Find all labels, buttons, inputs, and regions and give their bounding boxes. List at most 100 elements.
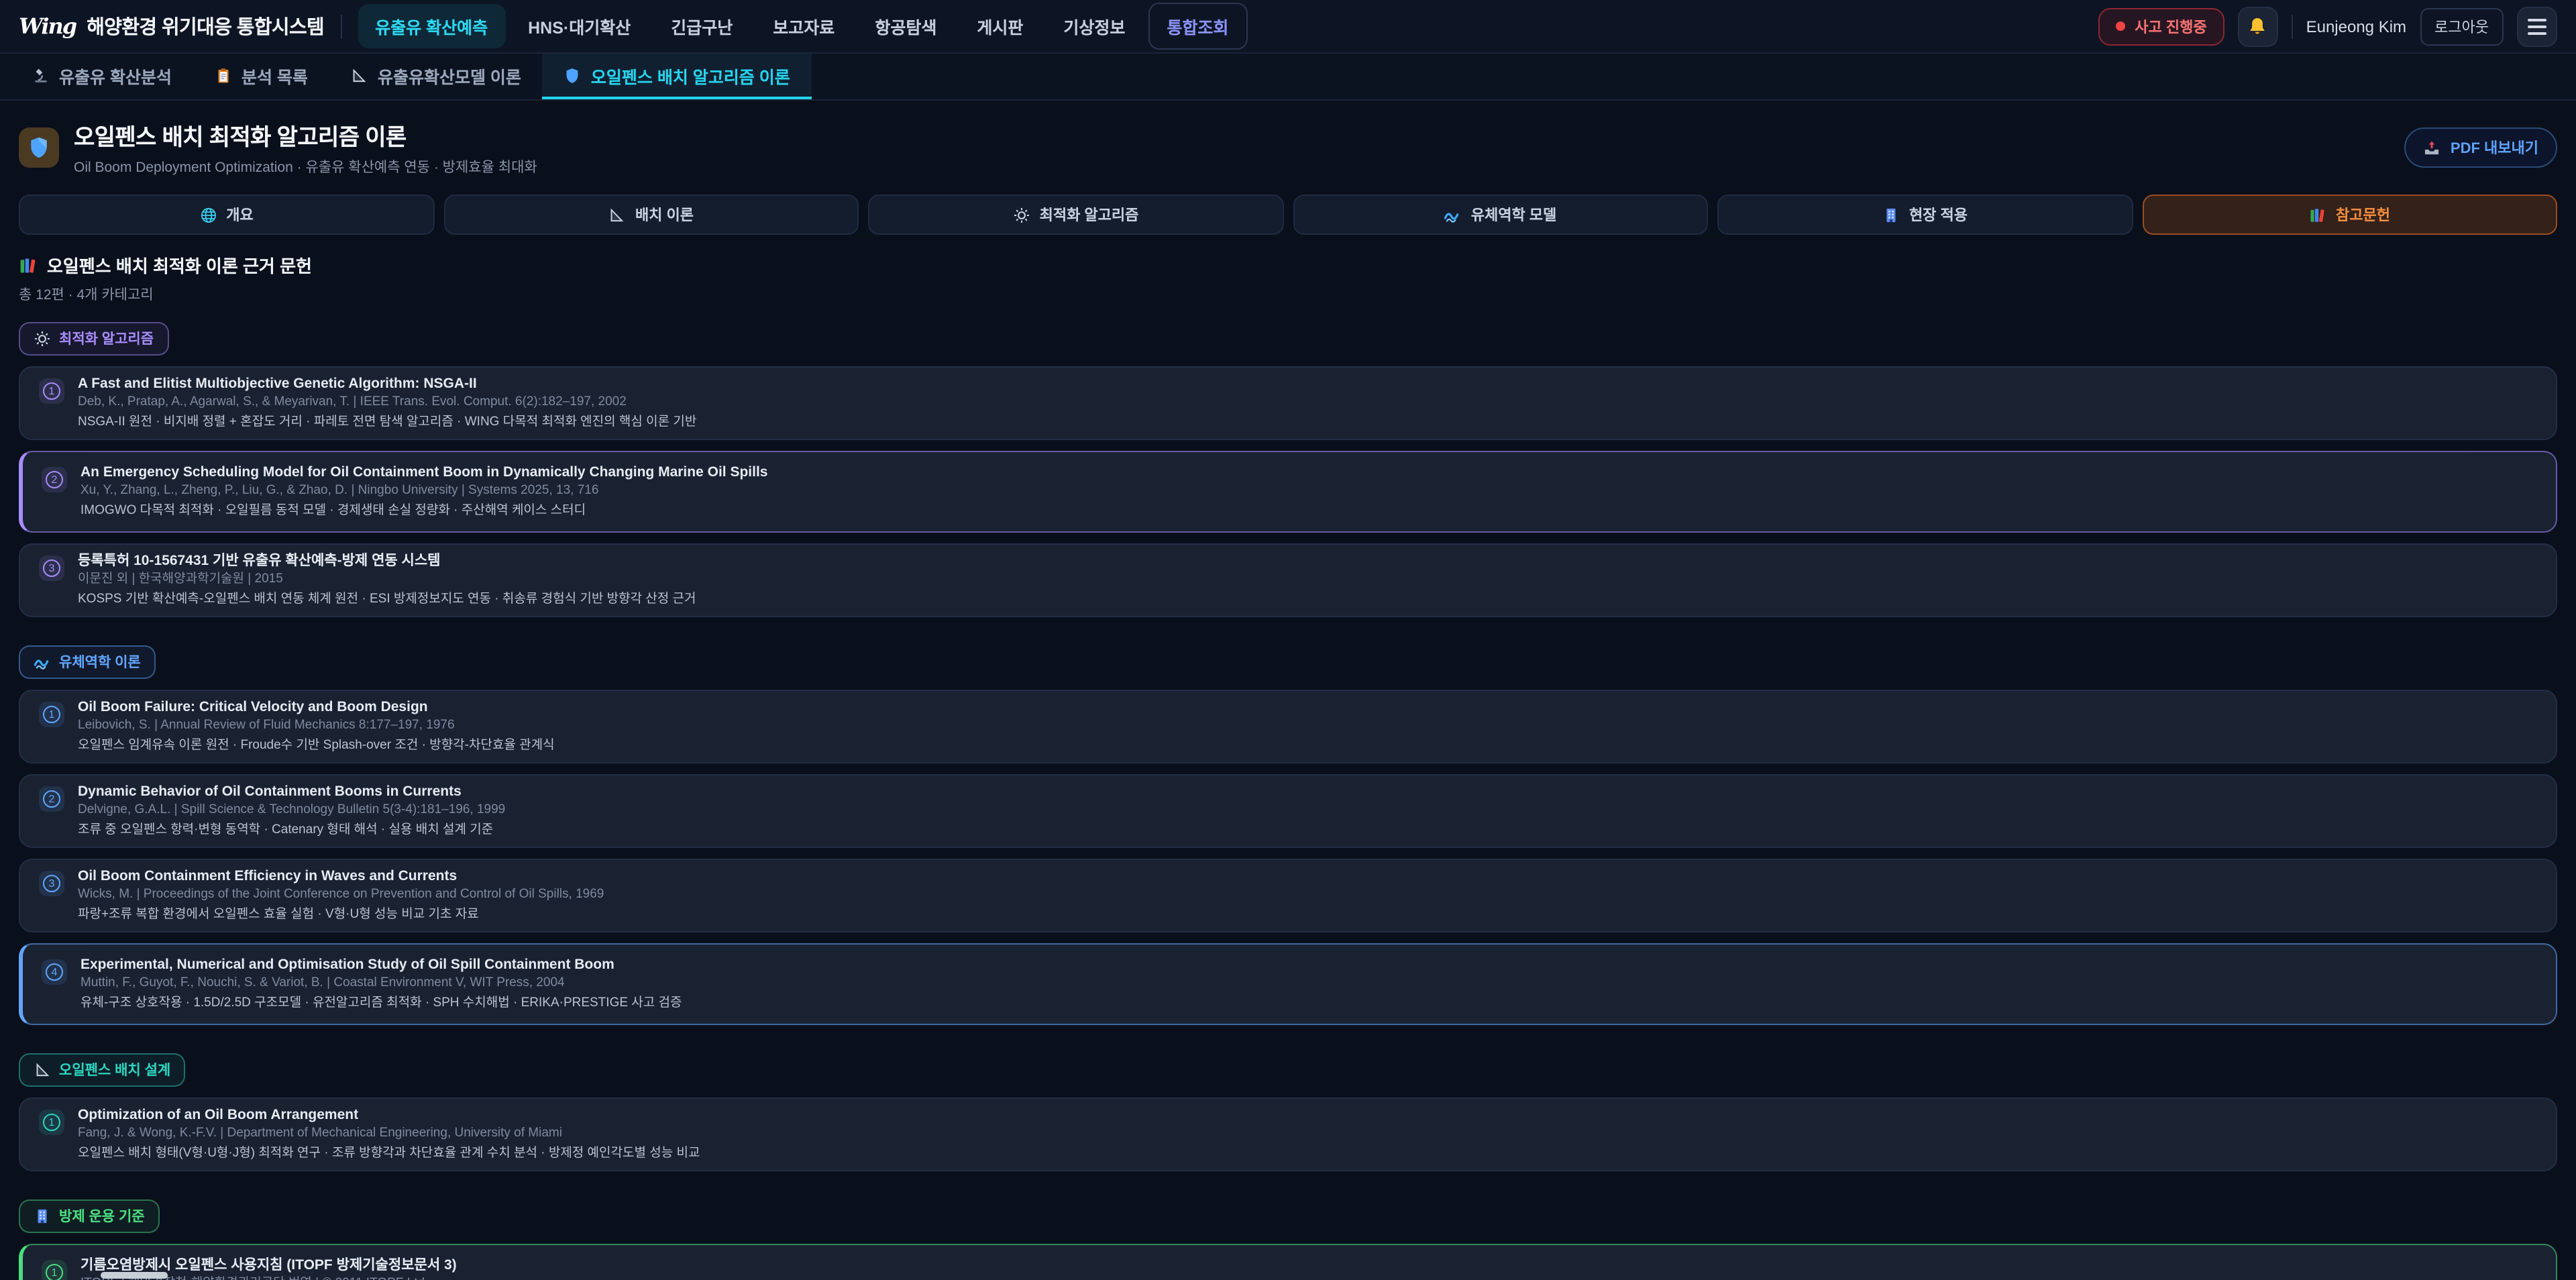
- logout-button[interactable]: 로그아웃: [2420, 7, 2504, 45]
- status-label: 사고 진행중: [2135, 15, 2206, 37]
- reference-categories: 최적화 알고리즘 1 A Fast and Elitist Multiobjec…: [19, 305, 2557, 1280]
- main-nav: 유출유 확산예측HNS·대기확산긴급구난보고자료항공탐색게시판기상정보통합조회: [358, 3, 1247, 50]
- reference-number-badge: 3: [39, 871, 64, 896]
- reference-title: Oil Boom Containment Efficiency in Waves…: [78, 868, 604, 884]
- page-title: 오일펜스 배치 최적화 알고리즘 이론: [74, 118, 537, 152]
- references-heading: 오일펜스 배치 최적화 이론 근거 문헌: [47, 252, 312, 278]
- reference-card[interactable]: 3 등록특허 10-1567431 기반 유출유 확산예측-방제 연동 시스템 …: [19, 543, 2557, 617]
- reference-meta: Muttin, F., Guyot, F., Nouchi, S. & Vari…: [80, 975, 682, 992]
- reference-desc: 파랑+조류 복합 환경에서 오일펜스 효율 실험 · V형·U형 성능 비교 기…: [78, 907, 604, 923]
- section-nav: 개요 배치 이론 최적화 알고리즘 유체역학 모델 현장 적용 참고문헌: [19, 195, 2557, 235]
- reference-meta: Delvigne, G.A.L. | Spill Science & Techn…: [78, 802, 505, 818]
- reference-number-badge: 3: [39, 555, 64, 581]
- page-header: 오일펜스 배치 최적화 알고리즘 이론 Oil Boom Deployment …: [0, 101, 2576, 192]
- books-icon: [19, 256, 38, 274]
- reference-number-badge: 1: [42, 1260, 67, 1280]
- section-nav-4[interactable]: 현장 적용: [1717, 195, 2133, 235]
- gear-icon: [34, 330, 51, 348]
- section-nav-1[interactable]: 배치 이론: [443, 195, 859, 235]
- reference-desc: KOSPS 기반 확산예측-오일펜스 배치 연동 체계 원전 · ESI 방제정…: [78, 592, 696, 608]
- reference-card[interactable]: 2 An Emergency Scheduling Model for Oil …: [19, 451, 2557, 533]
- reference-meta: Wicks, M. | Proceedings of the Joint Con…: [78, 887, 604, 903]
- reference-category: 방제 운용 기준 1 기름오염방제시 오일펜스 사용지침 (ITOPF 방제기술…: [19, 1182, 2557, 1280]
- topbar-right: 사고 진행중 Eunjeong Kim 로그아웃: [2098, 6, 2557, 46]
- building-icon: [1882, 206, 1900, 223]
- export-tray-icon: [2424, 139, 2441, 156]
- category-badge: 방제 운용 기준: [19, 1199, 160, 1233]
- wave-icon: [34, 653, 51, 671]
- reference-number-badge: 1: [39, 702, 64, 727]
- reference-desc: 오일펜스 임계유속 이론 원전 · Froude수 기반 Splash-over…: [78, 738, 555, 754]
- section-nav-5[interactable]: 참고문헌: [2142, 195, 2557, 235]
- reference-title: 기름오염방제시 오일펜스 사용지침 (ITOPF 방제기술정보문서 3): [80, 1257, 654, 1273]
- reference-card[interactable]: 4 Experimental, Numerical and Optimisati…: [19, 943, 2557, 1025]
- topnav-item-2[interactable]: 긴급구난: [653, 4, 750, 48]
- horizontal-scrollbar-thumb[interactable]: [101, 1272, 168, 1279]
- triangle-ruler-icon: [351, 66, 368, 84]
- section-nav-2[interactable]: 최적화 알고리즘: [868, 195, 1283, 235]
- topnav-item-3[interactable]: 보고자료: [755, 4, 852, 48]
- menu-button[interactable]: [2517, 6, 2557, 46]
- app-logo[interactable]: Wing 해양환경 위기대응 통합시스템: [19, 12, 324, 40]
- reference-number-badge: 1: [39, 378, 64, 404]
- reference-card[interactable]: 1 A Fast and Elitist Multiobjective Gene…: [19, 366, 2557, 440]
- reference-card-list: 1 기름오염방제시 오일펜스 사용지침 (ITOPF 방제기술정보문서 3) I…: [19, 1244, 2557, 1280]
- reference-card[interactable]: 1 Optimization of an Oil Boom Arrangemen…: [19, 1098, 2557, 1171]
- section-nav-3[interactable]: 유체역학 모델: [1293, 195, 1708, 235]
- topnav-item-7[interactable]: 통합조회: [1148, 3, 1247, 50]
- sub-tabbar: 유출유 확산분석 분석 목록 유출유확산모델 이론 오일펜스 배치 알고리즘 이…: [0, 54, 2576, 101]
- shield-icon: [564, 66, 582, 84]
- app-title: 해양환경 위기대응 통합시스템: [87, 12, 324, 40]
- topnav-item-6[interactable]: 기상정보: [1046, 4, 1142, 48]
- page-subtitle: Oil Boom Deployment Optimization · 유출유 확…: [74, 157, 537, 177]
- reference-card[interactable]: 1 Oil Boom Failure: Critical Velocity an…: [19, 690, 2557, 763]
- reference-title: Experimental, Numerical and Optimisation…: [80, 957, 682, 973]
- category-badge: 최적화 알고리즘: [19, 322, 168, 356]
- reference-card[interactable]: 2 Dynamic Behavior of Oil Containment Bo…: [19, 774, 2557, 848]
- pdf-export-button[interactable]: PDF 내보내기: [2405, 127, 2557, 168]
- reference-number-badge: 2: [42, 467, 67, 492]
- tab-1[interactable]: 분석 목록: [193, 54, 329, 99]
- topnav-item-4[interactable]: 항공탐색: [857, 4, 954, 48]
- divider: [340, 14, 341, 38]
- wing-logo-mark: Wing: [19, 13, 76, 39]
- status-dot-icon: [2116, 21, 2125, 31]
- topnav-item-5[interactable]: 게시판: [959, 4, 1040, 48]
- pdf-export-label: PDF 내보내기: [2451, 137, 2538, 158]
- reference-title: Optimization of an Oil Boom Arrangement: [78, 1107, 700, 1123]
- reference-card[interactable]: 3 Oil Boom Containment Efficiency in Wav…: [19, 859, 2557, 932]
- user-name: Eunjeong Kim: [2306, 17, 2406, 36]
- triangle-ruler-icon: [34, 1061, 51, 1079]
- reference-number-badge: 2: [39, 786, 64, 812]
- app: Wing 해양환경 위기대응 통합시스템 유출유 확산예측HNS·대기확산긴급구…: [0, 0, 2576, 1280]
- reference-category: 최적화 알고리즘 1 A Fast and Elitist Multiobjec…: [19, 305, 2557, 617]
- section-nav-0[interactable]: 개요: [19, 195, 434, 235]
- tab-2[interactable]: 유출유확산모델 이론: [329, 54, 543, 99]
- reference-card[interactable]: 1 기름오염방제시 오일펜스 사용지침 (ITOPF 방제기술정보문서 3) I…: [19, 1244, 2557, 1280]
- reference-category: 오일펜스 배치 설계 1 Optimization of an Oil Boom…: [19, 1036, 2557, 1171]
- reference-title: Oil Boom Failure: Critical Velocity and …: [78, 699, 555, 715]
- reference-meta: Xu, Y., Zhang, L., Zheng, P., Liu, G., &…: [80, 483, 767, 499]
- reference-title: 등록특허 10-1567431 기반 유출유 확산예측-방제 연동 시스템: [78, 553, 696, 569]
- reference-meta: 이문진 외 | 한국해양과학기술원 | 2015: [78, 572, 696, 588]
- reference-category: 유체역학 이론 1 Oil Boom Failure: Critical Vel…: [19, 628, 2557, 1025]
- bell-icon: [2248, 16, 2268, 36]
- gear-icon: [1013, 206, 1030, 223]
- topnav-item-1[interactable]: HNS·대기확산: [511, 4, 648, 48]
- references-heading-row: 오일펜스 배치 최적화 이론 근거 문헌: [19, 252, 2557, 278]
- notifications-button[interactable]: [2238, 6, 2278, 46]
- hamburger-icon: [2528, 18, 2546, 34]
- topnav-item-0[interactable]: 유출유 확산예측: [358, 4, 505, 48]
- category-badge: 오일펜스 배치 설계: [19, 1053, 185, 1087]
- reference-title: Dynamic Behavior of Oil Containment Boom…: [78, 784, 505, 800]
- tab-0[interactable]: 유출유 확산분석: [11, 54, 193, 99]
- reference-title: An Emergency Scheduling Model for Oil Co…: [80, 464, 767, 480]
- wave-icon: [1444, 206, 1462, 223]
- clipboard-icon: [215, 66, 232, 84]
- reference-number-badge: 1: [39, 1110, 64, 1135]
- reference-title: A Fast and Elitist Multiobjective Geneti…: [78, 376, 696, 392]
- references-content: 오일펜스 배치 최적화 이론 근거 문헌 총 12편 · 4개 카테고리 최적화…: [19, 252, 2557, 1280]
- tab-3[interactable]: 오일펜스 배치 알고리즘 이론: [543, 54, 812, 99]
- reference-meta: Fang, J. & Wong, K.-F.V. | Department of…: [78, 1126, 700, 1142]
- reference-card-list: 1 Optimization of an Oil Boom Arrangemen…: [19, 1098, 2557, 1171]
